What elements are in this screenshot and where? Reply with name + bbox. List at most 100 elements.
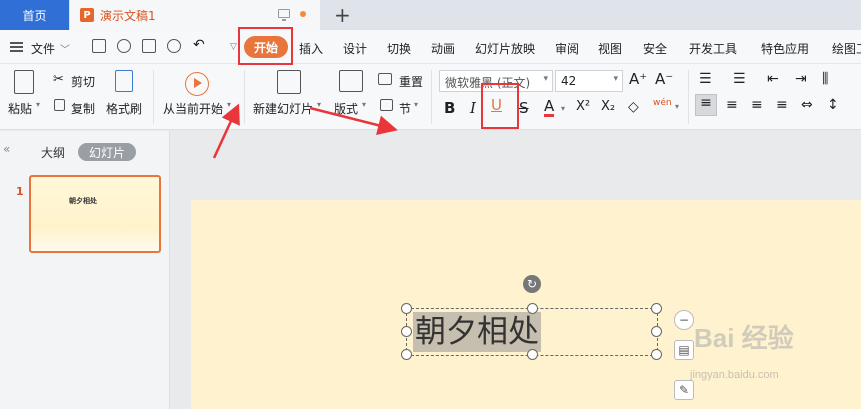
tab-document[interactable]: P 演示文稿1 [70,0,320,30]
new-slide-button[interactable]: 新建幻灯片 [253,100,313,117]
print-icon[interactable] [142,39,156,53]
ribbon-divider [431,70,432,124]
thumbnail-text: 朝夕相处 [69,197,97,205]
menu-slideshow[interactable]: 幻灯片放映 [475,40,535,57]
presentation-logo-icon: P [80,8,94,22]
resize-handle[interactable] [527,303,538,314]
watermark: Bai 经验 [694,323,794,353]
menu-insert[interactable]: 插入 [299,40,323,57]
resize-handle[interactable] [401,349,412,360]
chevron-down-icon[interactable]: ﹀ [60,41,70,56]
text-direction-icon[interactable]: ⫼ [822,71,828,87]
slide-thumbnail[interactable]: 朝夕相处 [29,175,161,253]
unsaved-dot-icon [300,11,306,17]
more-icon[interactable]: ▽ [230,42,237,52]
scissors-icon[interactable]: ✂ [53,72,64,87]
tab-outline[interactable]: 大纲 [41,144,65,161]
minus-icon[interactable]: − [674,310,694,330]
shrink-font-icon[interactable]: A⁻ [655,70,673,88]
paste-button[interactable]: 粘贴 [8,100,32,117]
ribbon-divider [153,70,154,124]
tab-slides[interactable]: 幻灯片 [78,143,136,161]
paste-dropdown-icon[interactable]: ▾ [36,100,40,109]
play-icon[interactable] [185,72,209,96]
format-painter-button[interactable]: 格式刷 [106,100,142,117]
slide-title-text[interactable]: 朝夕相处 [413,312,541,352]
pinyin-guide-button[interactable]: wén [653,98,672,108]
from-current-dropdown-icon[interactable]: ▾ [227,100,231,109]
resize-handle[interactable] [401,326,412,337]
justify-icon[interactable]: ≡ [776,97,788,113]
rotate-icon[interactable]: ↻ [523,275,541,293]
copy-button[interactable]: 复制 [71,100,95,117]
reset-button[interactable]: 重置 [399,73,423,90]
new-slide-dropdown-icon[interactable]: ▾ [317,100,321,109]
layout-icon[interactable] [339,70,363,92]
strikethrough-button[interactable]: S [519,99,529,117]
font-color-dropdown-icon[interactable]: ▾ [561,104,565,113]
new-tab-button[interactable]: + [334,3,351,27]
collapse-pane-icon[interactable]: « [3,142,10,156]
increase-indent-icon[interactable]: ⇥ [795,71,807,87]
align-center-icon[interactable]: ≡ [726,97,738,113]
grow-font-icon[interactable]: A⁺ [629,70,647,88]
menu-developer[interactable]: 开发工具 [689,40,737,57]
bullets-icon[interactable]: ☰ [699,71,712,87]
cut-button[interactable]: 剪切 [71,73,95,90]
export-icon[interactable] [117,39,131,53]
save-icon[interactable] [92,39,106,53]
resize-handle[interactable] [651,349,662,360]
font-color-button[interactable]: A [544,99,555,117]
resize-handle[interactable] [527,349,538,360]
tab-home[interactable]: 首页 [0,0,69,30]
clear-format-icon[interactable]: ◇ [628,99,639,115]
bold-button[interactable]: B [444,99,455,117]
menu-features[interactable]: 特色应用 [761,40,809,57]
menu-bar: 文件 ﹀ ↶ ▽ 开始 插入 设计 切换 动画 幻灯片放映 审阅 视图 安全 开… [0,30,861,64]
tab-bar: 首页 P 演示文稿1 + [0,0,861,30]
monitor-icon[interactable] [278,9,290,21]
menu-view[interactable]: 视图 [598,40,622,57]
resize-handle[interactable] [651,303,662,314]
pinyin-dropdown-icon[interactable]: ▾ [675,102,679,111]
section-button[interactable]: 节 [399,100,411,117]
from-current-button[interactable]: 从当前开始 [163,100,223,117]
chevron-down-icon: ▾ [613,74,618,84]
resize-handle[interactable] [651,326,662,337]
ribbon-divider [244,70,245,124]
copy-icon[interactable] [54,99,65,111]
hamburger-icon[interactable] [10,42,23,52]
menu-review[interactable]: 审阅 [555,40,579,57]
layout-button[interactable]: 版式 [334,100,358,117]
new-slide-icon[interactable] [277,70,301,94]
menu-design[interactable]: 设计 [343,40,367,57]
superscript-button[interactable]: X² [576,99,590,114]
italic-button[interactable]: I [470,99,476,117]
slides-pane: « 大纲 幻灯片 1 朝夕相处 [0,131,170,409]
align-right-icon[interactable]: ≡ [751,97,763,113]
layout-options-icon[interactable]: ▤ [674,340,694,360]
resize-handle[interactable] [401,303,412,314]
menu-transition[interactable]: 切换 [387,40,411,57]
section-icon[interactable] [380,99,393,111]
menu-drawing-tools[interactable]: 绘图工 [832,40,861,57]
brush-icon[interactable]: ✎ [674,380,694,400]
menu-security[interactable]: 安全 [643,40,667,57]
line-spacing-icon[interactable]: ↕ [827,97,839,113]
undo-icon[interactable]: ↶ [193,37,205,53]
font-size-select[interactable]: 42 ▾ [555,70,623,92]
print-preview-icon[interactable] [167,39,181,53]
format-painter-icon[interactable] [115,70,133,92]
decrease-indent-icon[interactable]: ⇤ [767,71,779,87]
underline-button[interactable]: U [491,96,502,114]
menu-animation[interactable]: 动画 [431,40,455,57]
numbering-icon[interactable]: ☰ [733,71,746,87]
align-left-button[interactable]: ≡ [695,94,717,116]
distribute-icon[interactable]: ⇔ [801,97,813,113]
layout-dropdown-icon[interactable]: ▾ [362,100,366,109]
reset-icon[interactable] [378,73,392,85]
subscript-button[interactable]: X₂ [601,99,615,114]
paste-icon[interactable] [14,70,34,94]
menu-file[interactable]: 文件 [31,40,55,57]
section-dropdown-icon[interactable]: ▾ [414,100,418,109]
